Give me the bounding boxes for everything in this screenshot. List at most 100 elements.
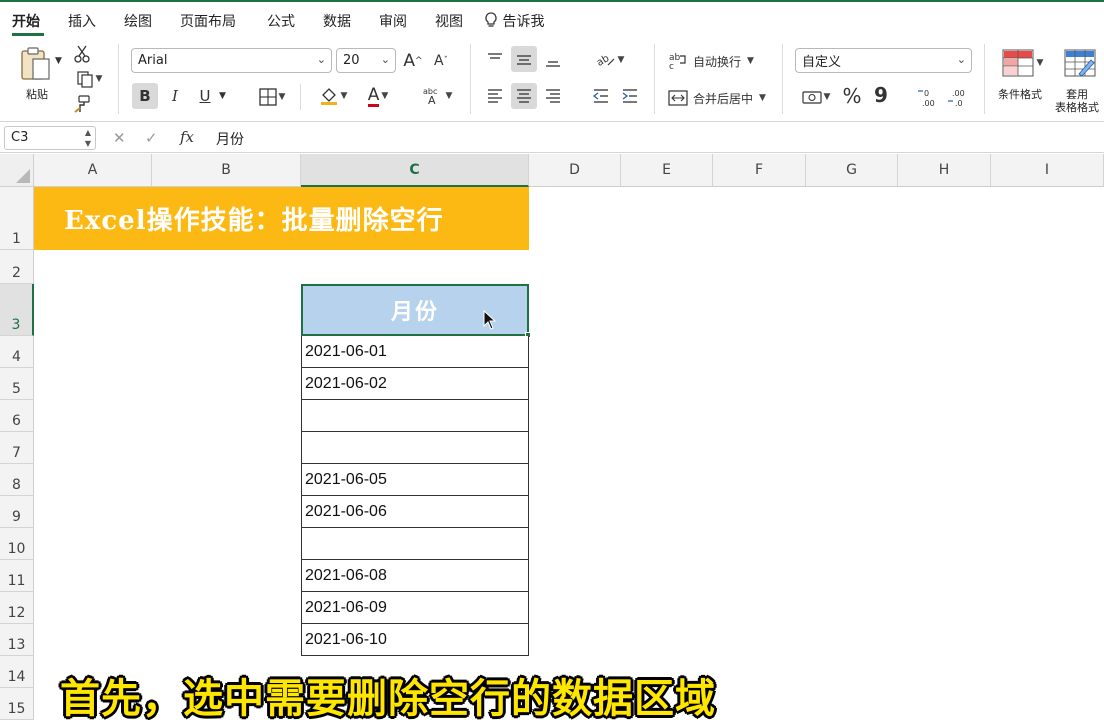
align-top-button[interactable]	[482, 46, 508, 72]
format-painter-icon[interactable]	[72, 94, 92, 114]
column-header-e[interactable]: E	[621, 154, 713, 187]
underline-dropdown-icon[interactable]: ▼	[219, 91, 226, 101]
column-header-g[interactable]: G	[806, 154, 898, 187]
align-right-button[interactable]	[540, 83, 566, 109]
worksheet-grid[interactable]: ABCDEFGHI 1 2 3 4 5 6 7 8 9 10 11 12 13 14 15 Excel操作技…	[0, 154, 1104, 720]
merge-center-button[interactable]: 合并后居中 ▼	[668, 87, 766, 109]
decrease-decimal-icon[interactable]: .00.0	[944, 86, 972, 108]
font-color-button[interactable]: A ▼	[359, 84, 397, 108]
tab-insert[interactable]: 插入	[68, 11, 96, 31]
date-cell[interactable]	[301, 528, 529, 560]
svg-text:.00: .00	[922, 99, 935, 107]
column-header-i[interactable]: I	[991, 154, 1104, 187]
date-cell[interactable]: 2021-06-01	[301, 336, 529, 368]
row-header-13[interactable]: 13	[0, 624, 34, 656]
column-header-a[interactable]: A	[34, 154, 152, 187]
format-as-table-label-2: 表格格式	[1055, 101, 1099, 114]
tab-formulas[interactable]: 公式	[267, 11, 295, 31]
underline-button[interactable]: U	[192, 83, 218, 109]
mouse-pointer-icon	[483, 310, 497, 330]
date-cell[interactable]: 2021-06-06	[301, 496, 529, 528]
date-cell[interactable]: 2021-06-05	[301, 464, 529, 496]
select-all-button[interactable]	[0, 154, 34, 187]
align-middle-button[interactable]	[511, 46, 537, 72]
date-cell[interactable]	[301, 432, 529, 464]
font-name-select[interactable]: Arial ⌄	[131, 48, 332, 73]
tab-page-layout[interactable]: 页面布局	[180, 11, 236, 31]
cancel-icon[interactable]: ✕	[113, 129, 126, 147]
italic-button[interactable]: I	[162, 83, 188, 109]
name-box[interactable]: C3 ▲ ▼	[4, 126, 96, 150]
row-header-1[interactable]: 1	[0, 187, 34, 250]
row-header-6[interactable]: 6	[0, 400, 34, 432]
phonetic-button[interactable]: abc A ▼	[418, 84, 456, 108]
row-header-7[interactable]: 7	[0, 432, 34, 464]
row-header-14[interactable]: 14	[0, 656, 34, 688]
date-cell[interactable]: 2021-06-08	[301, 560, 529, 592]
insert-function-button[interactable]: fx	[180, 128, 194, 146]
align-left-button[interactable]	[482, 83, 508, 109]
percent-button[interactable]: %	[840, 84, 864, 108]
bold-button[interactable]: B	[132, 83, 158, 109]
font-size-select[interactable]: 20 ⌄	[336, 48, 396, 73]
column-header-h[interactable]: H	[898, 154, 991, 187]
select-all-triangle	[16, 169, 30, 183]
row-header-4[interactable]: 4	[0, 336, 34, 368]
align-center-button[interactable]	[511, 83, 537, 109]
ribbon-separator	[984, 44, 985, 114]
orientation-button[interactable]: ab ▼	[590, 48, 630, 72]
row-header-9[interactable]: 9	[0, 496, 34, 528]
tell-me-button[interactable]: 告诉我	[484, 11, 544, 31]
formula-input[interactable]: 月份	[216, 129, 244, 149]
date-cell[interactable]: 2021-06-10	[301, 624, 529, 656]
row-header-12[interactable]: 12	[0, 592, 34, 624]
row-header-3[interactable]: 3	[0, 284, 34, 336]
fill-color-button[interactable]: ▼	[314, 84, 352, 108]
tell-me-label: 告诉我	[502, 14, 545, 30]
cut-icon[interactable]	[72, 44, 92, 64]
tab-view[interactable]: 视图	[435, 11, 463, 31]
row-header-11[interactable]: 11	[0, 560, 34, 592]
merge-center-label: 合并后居中	[693, 91, 754, 106]
date-cell[interactable]	[301, 400, 529, 432]
tab-home[interactable]: 开始	[12, 11, 40, 31]
accounting-format-button[interactable]: ▼	[798, 86, 834, 108]
column-header-f[interactable]: F	[713, 154, 806, 187]
copy-button[interactable]: ▼	[72, 69, 106, 89]
decrease-font-size-button[interactable]: Aˇ	[430, 50, 452, 72]
align-top-icon	[488, 53, 502, 59]
confirm-icon[interactable]: ✓	[145, 129, 158, 147]
date-cell[interactable]: 2021-06-02	[301, 368, 529, 400]
row-header-5[interactable]: 5	[0, 368, 34, 400]
increase-indent-button[interactable]	[617, 83, 643, 109]
decrease-indent-button[interactable]	[588, 83, 614, 109]
row-header-8[interactable]: 8	[0, 464, 34, 496]
ribbon: ▼ 粘贴 ▼ Arial ⌄ 20 ⌄ A ^ Aˇ B I U ▼ ▼ ▼ A…	[0, 38, 1104, 122]
column-header-d[interactable]: D	[529, 154, 621, 187]
name-box-spinner-icon[interactable]: ▲ ▼	[85, 127, 91, 149]
increase-font-size-button[interactable]: A ^	[402, 50, 424, 72]
increase-decimal-button[interactable]: 0.00	[914, 86, 942, 108]
column-header-c[interactable]: C	[301, 154, 529, 187]
row-header-2[interactable]: 2	[0, 250, 34, 284]
svg-text:.0: .0	[955, 99, 963, 107]
align-bottom-button[interactable]	[540, 48, 566, 74]
paste-dropdown-icon[interactable]: ▼	[55, 56, 62, 66]
tab-draw[interactable]: 绘图	[124, 11, 152, 31]
align-right-icon	[546, 89, 560, 103]
paste-button[interactable]	[16, 46, 56, 82]
date-cell[interactable]: 2021-06-09	[301, 592, 529, 624]
column-header-b[interactable]: B	[152, 154, 301, 187]
row-header-15[interactable]: 15	[0, 688, 34, 720]
tab-data[interactable]: 数据	[323, 11, 351, 31]
number-format-select[interactable]: 自定义 ⌄	[795, 48, 972, 73]
format-as-table-button[interactable]	[1056, 46, 1104, 80]
borders-button[interactable]: ▼	[254, 86, 290, 108]
title-banner[interactable]: Excel操作技能：批量删除空行	[34, 187, 529, 250]
conditional-format-button[interactable]: ▼	[998, 46, 1046, 80]
ribbon-tabs: 开始 插入 绘图 页面布局 公式 数据 审阅 视图 告诉我	[0, 0, 1104, 38]
tab-review[interactable]: 审阅	[379, 11, 407, 31]
comma-style-button[interactable]: 9	[870, 82, 892, 108]
wrap-text-button[interactable]: ab c 自动换行 ▼	[668, 50, 754, 72]
row-header-10[interactable]: 10	[0, 528, 34, 560]
